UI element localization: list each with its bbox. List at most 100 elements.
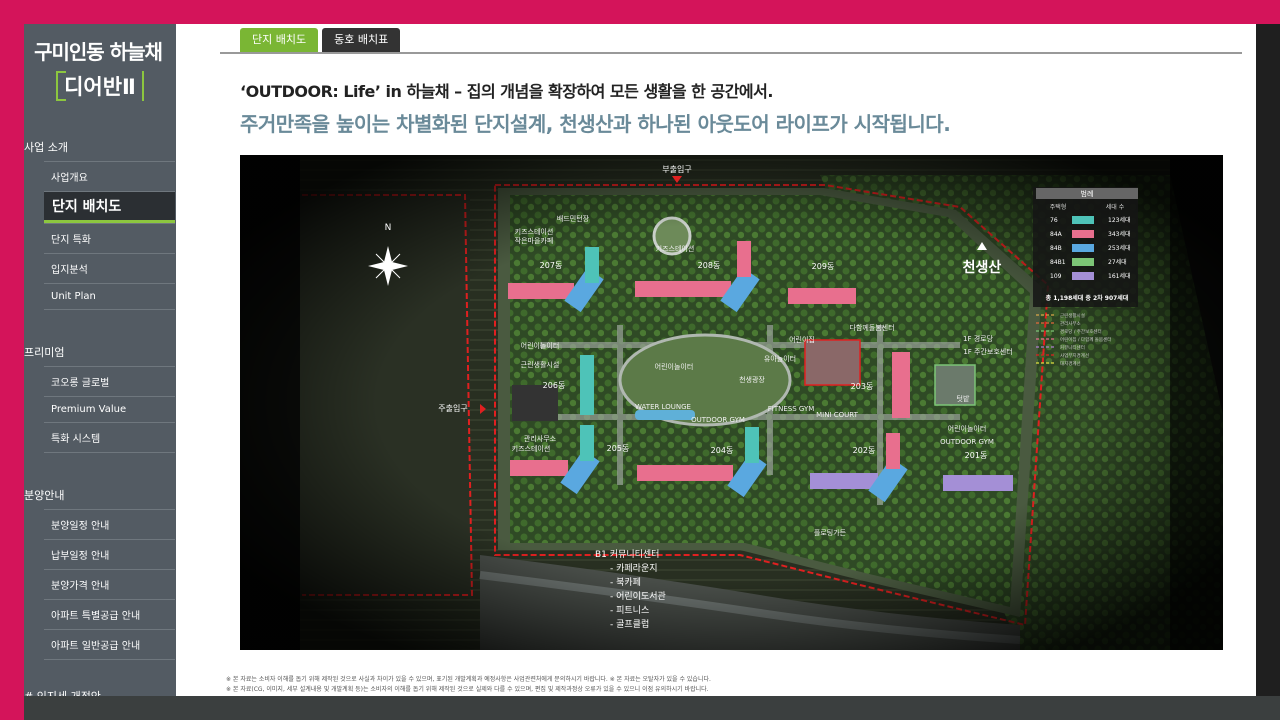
legend-line-label: 어린이집 / 다함께 돌봄센터 bbox=[1060, 336, 1111, 343]
brand-title: 구미인동 하늘채 bbox=[34, 40, 163, 64]
nav-group-premium: 프리미엄 코오롱 글로벌 Premium Value 특화 시스템 bbox=[24, 336, 176, 453]
frame-left bbox=[0, 0, 24, 720]
entrance-label-top: 부출입구 bbox=[662, 164, 691, 174]
legend-count: 161세대 bbox=[1108, 272, 1131, 280]
legend-swatch bbox=[1072, 216, 1094, 224]
compass-label: N bbox=[385, 223, 392, 233]
facility-label: 키즈스테이션 bbox=[512, 444, 551, 453]
facility-label: 어린이놀이터 bbox=[655, 362, 694, 371]
facility-label: 천생광장 bbox=[739, 375, 765, 384]
building-label: 203동 bbox=[851, 382, 874, 391]
facility-label: 다함께돌봄센터 bbox=[849, 323, 894, 332]
building-label: 207동 bbox=[540, 261, 563, 270]
building-label: 202동 bbox=[853, 446, 876, 455]
facility-label: OUTDOOR GYM bbox=[940, 438, 994, 446]
footnote: ※ 본 자료는 소비자 이해를 돕기 위해 제작된 것으로 사실과 차이가 있을… bbox=[226, 676, 711, 683]
community-item: - 골프클럽 bbox=[610, 619, 649, 630]
building-label: 204동 bbox=[711, 446, 734, 455]
tab-divider bbox=[220, 52, 1242, 54]
sidebar: 구미인동 하늘채 디어반Ⅱ 사업 소개 사업개요 단지 배치도 단지 특화 입지… bbox=[24, 24, 176, 696]
tab-site-plan[interactable]: 단지 배치도 bbox=[240, 28, 319, 52]
building-label: 206동 bbox=[543, 381, 566, 390]
legend-line-label: 대지경계선 bbox=[1060, 360, 1081, 367]
sidebar-item-general-supply[interactable]: 아파트 일반공급 안내 bbox=[44, 629, 175, 660]
headline-secondary: 주거만족을 높이는 차별화된 단지설계, 천생산과 하나된 아웃도어 라이프가 … bbox=[240, 112, 951, 136]
nav-group-title: 분양안내 bbox=[24, 489, 65, 502]
community-title: B1 커뮤니티센터 bbox=[595, 549, 659, 560]
brand-logo[interactable]: 구미인동 하늘채 디어반Ⅱ bbox=[24, 24, 176, 101]
community-item: - 어린이도서관 bbox=[610, 591, 666, 602]
facility-label: 관리사무소 bbox=[524, 434, 557, 443]
legend-line-label: 사업부지경계선 bbox=[1060, 352, 1089, 359]
legend-swatch bbox=[1072, 230, 1094, 238]
legend-total: 총 1,198세대 중 2차 907세대 bbox=[1046, 294, 1129, 302]
legend-title: 범례 bbox=[1081, 189, 1094, 198]
entrance-label-left: 주출입구 bbox=[438, 403, 467, 413]
community-item: - 북카페 bbox=[610, 577, 641, 588]
legend-type: 76 bbox=[1050, 217, 1058, 224]
building-label: 208동 bbox=[698, 261, 721, 270]
tab-bar: 단지 배치도 동호 배치표 bbox=[240, 28, 401, 52]
nav-group-title: 사업 소개 bbox=[24, 141, 68, 154]
sidebar-item-premium-value[interactable]: Premium Value bbox=[44, 396, 175, 422]
sidebar-item-schedule[interactable]: 분양일정 안내 bbox=[44, 509, 175, 539]
sidebar-item-kolon[interactable]: 코오롱 글로벌 bbox=[44, 366, 175, 396]
facility-label: 어린이놀이터 bbox=[948, 424, 987, 433]
frame-top bbox=[0, 0, 1280, 24]
legend-swatch bbox=[1072, 272, 1094, 280]
site-plan-map: N 부출입구 주출입구 천생산 207동 208동 209동 206동 203동… bbox=[240, 155, 1223, 650]
nav-group-business: 사업 소개 사업개요 단지 배치도 단지 특화 입지분석 Unit Plan bbox=[24, 131, 176, 310]
facility-label: 텃밭 bbox=[957, 394, 970, 403]
legend-line-label: 근린생활시설 bbox=[1060, 312, 1085, 319]
legend-type: 84B bbox=[1050, 245, 1062, 252]
legend-swatch bbox=[1072, 244, 1094, 252]
legend-header: 세대 수 bbox=[1106, 203, 1125, 211]
facility-label: WATER LOUNGE bbox=[635, 403, 691, 411]
building-label: 205동 bbox=[607, 444, 630, 453]
mountain-label: 천생산 bbox=[963, 259, 1002, 276]
sidebar-item-payment[interactable]: 납부일정 안내 bbox=[44, 539, 175, 569]
frame-right bbox=[1256, 0, 1280, 720]
facility-label: MINI COURT bbox=[816, 411, 859, 419]
facility-label: OUTDOOR GYM bbox=[691, 416, 745, 424]
facility-label: 1F 경로당 bbox=[963, 334, 994, 343]
sidebar-item-features[interactable]: 단지 특화 bbox=[44, 223, 175, 253]
sidebar-item-site-plan[interactable]: 단지 배치도 bbox=[44, 191, 175, 223]
facility-label: 플로팅가든 bbox=[814, 528, 847, 537]
frame-corner bbox=[1256, 0, 1280, 24]
building-label: 201동 bbox=[965, 451, 988, 460]
legend-header: 주택형 bbox=[1050, 203, 1067, 211]
legend-count: 123세대 bbox=[1108, 216, 1131, 224]
legend-type: 84A bbox=[1050, 231, 1063, 238]
legend-type: 109 bbox=[1050, 273, 1062, 280]
sidebar-item-location[interactable]: 입지분석 bbox=[44, 253, 175, 283]
sidebar-item-stamp-tax[interactable]: # 인지세 개정안 bbox=[24, 680, 176, 696]
nav-group-title: 프리미엄 bbox=[24, 346, 65, 359]
community-item: - 피트니스 bbox=[610, 605, 649, 616]
facility-label: 키즈스테이션 bbox=[515, 227, 554, 236]
facility-label: 유아놀이터 bbox=[764, 354, 796, 363]
legend-type: 84B1 bbox=[1050, 259, 1066, 266]
frame-corner bbox=[0, 696, 24, 720]
facility-label: 어린이놀이터 bbox=[521, 341, 560, 350]
building-label: 209동 bbox=[812, 262, 835, 271]
sidebar-item-overview[interactable]: 사업개요 bbox=[44, 161, 175, 191]
tab-unit-layout[interactable]: 동호 배치표 bbox=[322, 28, 401, 52]
legend-count: 253세대 bbox=[1108, 244, 1131, 252]
brand-subtitle: 디어반Ⅱ bbox=[56, 71, 144, 101]
sidebar-item-unit-plan[interactable]: Unit Plan bbox=[44, 283, 175, 310]
legend-line-label: 커뮤니티센터 bbox=[1060, 344, 1085, 351]
community-item: - 카페라운지 bbox=[610, 563, 658, 574]
facility-label: 키즈스테이션 bbox=[656, 244, 695, 253]
facility-label: FITNESS GYM bbox=[768, 405, 815, 413]
facility-label: 1F 주간보호센터 bbox=[963, 347, 1012, 356]
sidebar-item-price[interactable]: 분양가격 안내 bbox=[44, 569, 175, 599]
frame-bottom bbox=[0, 696, 1280, 720]
site-plan-svg: N 부출입구 주출입구 천생산 207동 208동 209동 206동 203동… bbox=[240, 155, 1223, 650]
facility-label: 근린생활시설 bbox=[521, 360, 560, 369]
nav-group-sales: 분양안내 분양일정 안내 납부일정 안내 분양가격 안내 아파트 특별공급 안내… bbox=[24, 479, 176, 660]
sidebar-item-special-supply[interactable]: 아파트 특별공급 안내 bbox=[44, 599, 175, 629]
sidebar-item-system[interactable]: 특화 시스템 bbox=[44, 422, 175, 453]
legend-swatch bbox=[1072, 258, 1094, 266]
headline-primary: ‘OUTDOOR: Life’ in 하늘채 – 집의 개념을 확장하여 모든 … bbox=[240, 82, 773, 101]
